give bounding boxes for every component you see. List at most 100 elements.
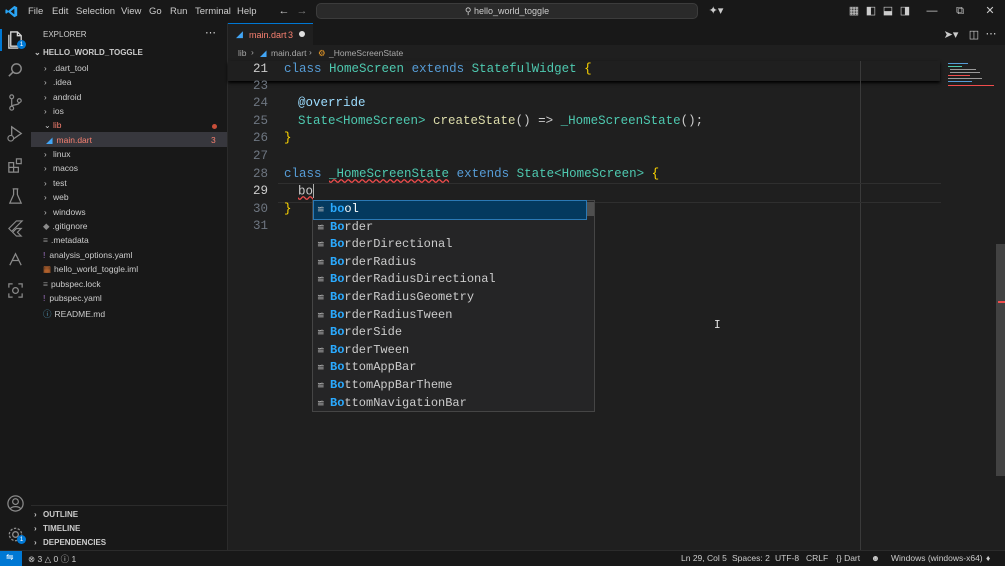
tree-item-linux[interactable]: › linux <box>44 149 70 159</box>
run-debug-icon[interactable] <box>6 124 25 143</box>
tree-item-idea[interactable]: › .idea <box>44 77 71 87</box>
suggestion-rest: rderTween <box>344 342 410 357</box>
tree-item-ios[interactable]: › ios <box>44 106 64 116</box>
tree-item-macos[interactable]: › macos <box>44 163 78 173</box>
tree-item-test[interactable]: › test <box>44 178 67 188</box>
suggest-scrollbar-thumb[interactable] <box>587 202 594 216</box>
copilot-icon[interactable]: ✦▾ <box>706 5 726 17</box>
menu-go[interactable]: Go <box>149 6 162 17</box>
tree-item-android[interactable]: › android <box>44 92 81 102</box>
tree-item-lib[interactable]: ⌄ lib <box>44 120 62 130</box>
suggestion-item[interactable]: ≌ Border <box>314 219 586 237</box>
search-icon[interactable] <box>6 61 25 80</box>
run-dropdown-icon[interactable]: ➤▾ <box>941 29 961 41</box>
forward-arrow-icon[interactable]: → <box>296 5 308 17</box>
tree-item-readme[interactable]: ⓘ README.md <box>43 308 105 320</box>
suggestion-item[interactable]: ≌ BorderRadiusTween <box>314 307 586 325</box>
customize-layout-icon[interactable]: ▦ <box>848 5 860 17</box>
accounts-icon[interactable] <box>6 494 25 513</box>
class-symbol-icon: ≌ <box>317 293 325 303</box>
tab-main-dart[interactable]: ◢ main.dart 3 <box>228 23 313 46</box>
dart-file-icon: ◢ <box>236 29 243 39</box>
workspace-root[interactable]: ⌄ HELLO_WORLD_TOGGLE <box>34 48 143 57</box>
remote-indicator[interactable]: ⇋ <box>0 551 22 566</box>
menu-file[interactable]: File <box>28 6 43 17</box>
menu-help[interactable]: Help <box>237 6 257 17</box>
unsaved-dot-icon[interactable] <box>299 31 305 37</box>
suggestion-item[interactable]: ≌ BottomAppBarTheme <box>314 377 586 395</box>
tree-item-pubspec-yaml[interactable]: ! pubspec.yaml <box>43 293 102 303</box>
language-label: Dart <box>844 553 861 563</box>
copilot-status-icon[interactable]: ☻ <box>871 553 880 563</box>
class-symbol-icon: ≌ <box>317 381 325 391</box>
tree-item-gitignore[interactable]: ◆ .gitignore <box>43 221 88 232</box>
line-number: 26 <box>252 131 268 145</box>
tree-item-main-dart[interactable]: ◢ main.dart <box>46 135 92 146</box>
back-arrow-icon[interactable]: ← <box>278 5 290 17</box>
suggestion-item[interactable]: ≌ BottomAppBar <box>314 359 586 377</box>
suggestion-item-selected[interactable]: ≌ bool <box>313 200 587 220</box>
tree-item-web[interactable]: › web <box>44 192 69 202</box>
menu-terminal[interactable]: Terminal <box>195 6 231 17</box>
minimize-icon[interactable]: — <box>926 5 938 17</box>
toggle-primary-sidebar-icon[interactable]: ◧ <box>865 5 877 17</box>
suggestion-item[interactable]: ≌ BottomNavigationBar <box>314 395 586 413</box>
device-selector[interactable]: Windows (windows-x64) <box>891 553 983 563</box>
editor-more-icon[interactable]: ⋯ <box>985 28 997 40</box>
suggestion-item[interactable]: ≌ BorderDirectional <box>314 236 586 254</box>
suggestion-item[interactable]: ≌ BorderTween <box>314 342 586 360</box>
remote-explorer-icon[interactable] <box>6 250 25 269</box>
source-control-icon[interactable] <box>6 93 25 112</box>
scan-icon[interactable] <box>6 281 25 300</box>
punct-token: (); <box>680 114 704 128</box>
close-icon[interactable]: ✕ <box>984 5 996 17</box>
suggestion-item[interactable]: ≌ BorderRadiusDirectional <box>314 271 586 289</box>
error-icon: ⊗ <box>28 554 36 564</box>
search-icon: ⚲ <box>464 6 472 16</box>
tree-item-analysis-options[interactable]: ! analysis_options.yaml <box>43 250 133 260</box>
chevron-right-icon: › <box>44 150 47 159</box>
minimap[interactable] <box>946 61 996 91</box>
extensions-icon[interactable] <box>6 156 25 175</box>
menu-view[interactable]: View <box>121 6 141 17</box>
encoding[interactable]: UTF-8 <box>775 553 799 563</box>
restore-icon[interactable]: ⧉ <box>954 5 966 17</box>
tree-item-metadata[interactable]: ≡ .metadata <box>43 235 89 245</box>
cursor-position[interactable]: Ln 29, Col 5 <box>681 553 727 563</box>
more-actions-icon[interactable]: ⋯ <box>205 26 216 39</box>
split-editor-icon[interactable]: ◫ <box>968 29 980 41</box>
suggestion-item[interactable]: ≌ BorderRadius <box>314 254 586 272</box>
tab-label: main.dart <box>249 30 287 40</box>
section-dependencies[interactable]: › DEPENDENCIES <box>34 538 106 547</box>
breadcrumb-file[interactable]: main.dart <box>271 48 306 58</box>
suggestion-item[interactable]: ≌ BorderSide <box>314 324 586 342</box>
breadcrumb-symbol[interactable]: _HomeScreenState <box>329 48 403 58</box>
indentation[interactable]: Spaces: 2 <box>732 553 770 563</box>
menu-run[interactable]: Run <box>170 6 187 17</box>
tree-item-dart-tool[interactable]: › .dart_tool <box>44 63 88 73</box>
toggle-secondary-sidebar-icon[interactable]: ◨ <box>899 5 911 17</box>
flutter-icon[interactable] <box>6 219 25 238</box>
line-endings[interactable]: CRLF <box>806 553 828 563</box>
menu-edit[interactable]: Edit <box>52 6 68 17</box>
command-center-search[interactable]: ⚲ hello_world_toggle <box>316 3 698 19</box>
menu-selection[interactable]: Selection <box>76 6 115 17</box>
language-mode[interactable]: {} Dart <box>836 553 860 563</box>
autocomplete-suggestions[interactable]: ≌ bool ≌ Border ≌ BorderDirectional ≌ Border… <box>312 200 595 412</box>
class-symbol-icon: ≌ <box>317 328 325 339</box>
tree-item-windows[interactable]: › windows <box>44 207 86 217</box>
section-outline[interactable]: › OUTLINE <box>34 510 78 519</box>
class-symbol-icon: ≌ <box>317 275 325 286</box>
tree-item-pubspec-lock[interactable]: ≡ pubspec.lock <box>43 279 101 289</box>
vertical-scrollbar-thumb[interactable] <box>996 244 1005 476</box>
line-number: 29 <box>252 184 268 198</box>
toggle-panel-icon[interactable]: ⬓ <box>882 5 894 17</box>
notifications-bell-icon[interactable]: ♦ <box>986 553 990 563</box>
problems-indicator[interactable]: ⊗ 3 △ 0 ⓘ 1 <box>28 553 76 565</box>
suggestion-item[interactable]: ≌ BorderRadiusGeometry <box>314 289 586 307</box>
testing-icon[interactable] <box>6 187 25 206</box>
breadcrumb-lib[interactable]: lib <box>238 48 247 58</box>
section-timeline[interactable]: › TIMELINE <box>34 524 80 533</box>
line-number: 21 <box>252 62 268 76</box>
tree-item-iml[interactable]: ▦ hello_world_toggle.iml <box>43 264 138 275</box>
